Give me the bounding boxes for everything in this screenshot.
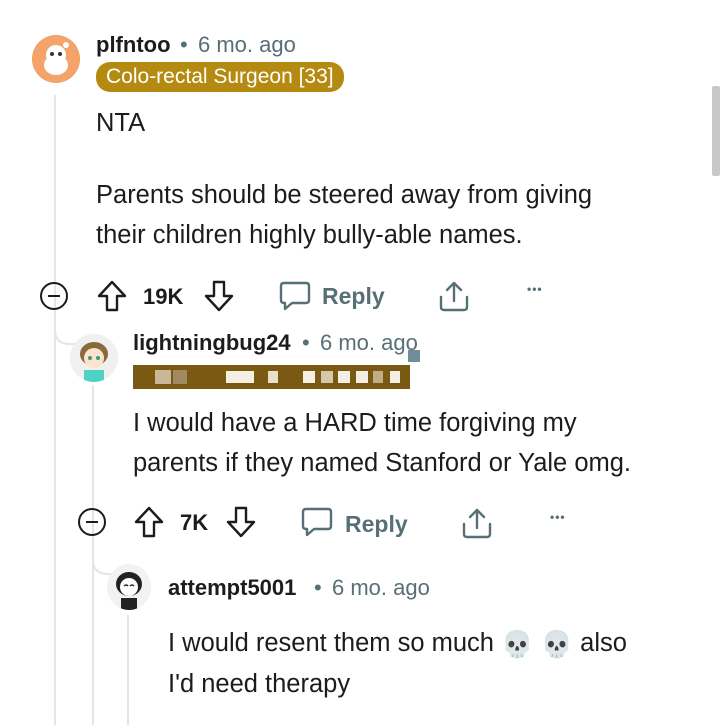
collapse-thread-button[interactable] [78,508,106,536]
reply-button[interactable]: Reply [345,511,408,538]
comment-body-line: I'd need therapy [168,670,351,699]
snoo-avatar-icon [32,35,80,83]
comment-body-line: Parents should be steered away from givi… [96,181,593,209]
reply-icon[interactable] [300,506,334,538]
comment-body-line: I would resent them so much 💀 💀 also [168,623,627,664]
user-flair: Colo-rectal Surgeon [33] [96,62,344,92]
avatar[interactable] [107,564,151,610]
comment-author[interactable]: attempt5001 [168,575,296,601]
vote-count: 7K [180,510,209,535]
meta-separator: • [180,32,188,57]
comment-body-line: NTA [96,109,146,137]
downvote-icon[interactable] [203,279,235,313]
comment-body: NTA Parents should be steered away from … [96,103,592,255]
thread-line [54,95,56,725]
comment-author[interactable]: lightningbug24 [133,330,291,356]
comment-text: also [580,629,627,657]
comment-author[interactable]: plfntoo [96,32,171,58]
censored-flair [133,365,410,389]
share-icon[interactable] [460,506,494,540]
scrollbar[interactable] [712,86,720,176]
comment-body-line: their children highly bully-able names. [96,221,523,249]
comment-time: 6 mo. ago [332,575,430,600]
share-icon[interactable] [437,279,471,313]
meta-separator: • [314,575,322,600]
more-options-button[interactable]: ••• [527,282,543,296]
comment-text: I would resent them so much [168,629,494,657]
downvote-icon[interactable] [225,505,257,539]
skull-emoji-icon: 💀 💀 [501,629,574,660]
user-avatar-icon [107,565,151,610]
censor-fragment [408,350,420,362]
thread-line [92,385,94,725]
upvote-icon[interactable] [96,279,128,313]
comment-body-line: I would have a HARD time forgiving my [133,409,577,437]
comment-body: I would resent them so much 💀 💀 also I'd… [168,623,627,704]
user-avatar-icon [70,334,118,382]
reply-button[interactable]: Reply [322,283,385,310]
vote-count: 19K [143,284,184,309]
reply-icon[interactable] [278,280,312,312]
collapse-thread-button[interactable] [40,282,68,310]
comment-body: I would have a HARD time forgiving my pa… [133,403,631,483]
avatar[interactable] [70,334,118,382]
more-options-button[interactable]: ••• [550,510,566,524]
upvote-icon[interactable] [133,505,165,539]
comment-body-line: parents if they named Stanford or Yale o… [133,449,632,477]
meta-separator: • [302,330,310,355]
avatar[interactable] [32,35,80,83]
thread-line [127,615,129,725]
comment-time: 6 mo. ago [320,330,418,355]
comment-body-line [96,143,592,175]
comment-time: 6 mo. ago [198,32,296,57]
